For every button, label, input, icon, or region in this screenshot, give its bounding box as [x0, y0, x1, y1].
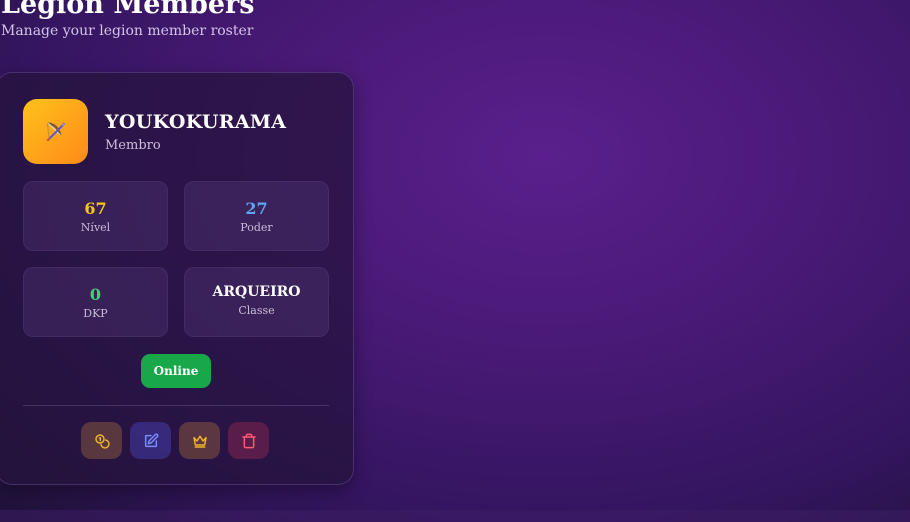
member-role: Membro [105, 138, 161, 153]
stat-class-value: ARQUEIRO [212, 284, 301, 300]
stat-dkp: 0 DKP [23, 267, 168, 337]
stat-class-label: Classe [238, 304, 275, 317]
card-divider [23, 405, 329, 406]
edit-button[interactable] [130, 422, 171, 459]
stat-power-label: Poder [240, 221, 273, 234]
stat-power-value: 27 [245, 199, 268, 218]
member-name: YOUKOKURAMA [105, 111, 287, 133]
member-card: YOUKOKURAMA Membro 67 Nível 27 Poder 0 D… [0, 72, 354, 485]
page-header: Legion Members Manage your legion member… [1, 0, 254, 40]
stat-dkp-value: 0 [89, 285, 102, 304]
trash-icon [241, 433, 256, 448]
stat-level-value: 67 [84, 199, 107, 218]
crown-icon [192, 435, 207, 448]
edit-icon [144, 433, 158, 447]
status-badge: Online [141, 354, 211, 388]
coins-icon [94, 433, 110, 449]
stat-level: 67 Nível [23, 181, 168, 251]
dkp-button[interactable] [81, 422, 122, 459]
page-subtitle: Manage your legion member roster [1, 23, 254, 39]
member-avatar [23, 99, 88, 164]
bottom-strip [0, 510, 910, 522]
bow-arrow-icon [46, 121, 65, 141]
page-title: Legion Members [1, 0, 255, 20]
stat-dkp-label: DKP [83, 307, 108, 320]
promote-button[interactable] [179, 422, 220, 459]
delete-button[interactable] [228, 422, 269, 459]
stat-level-label: Nível [80, 221, 111, 234]
stat-power: 27 Poder [184, 181, 329, 251]
stat-class: ARQUEIRO Classe [184, 267, 329, 337]
